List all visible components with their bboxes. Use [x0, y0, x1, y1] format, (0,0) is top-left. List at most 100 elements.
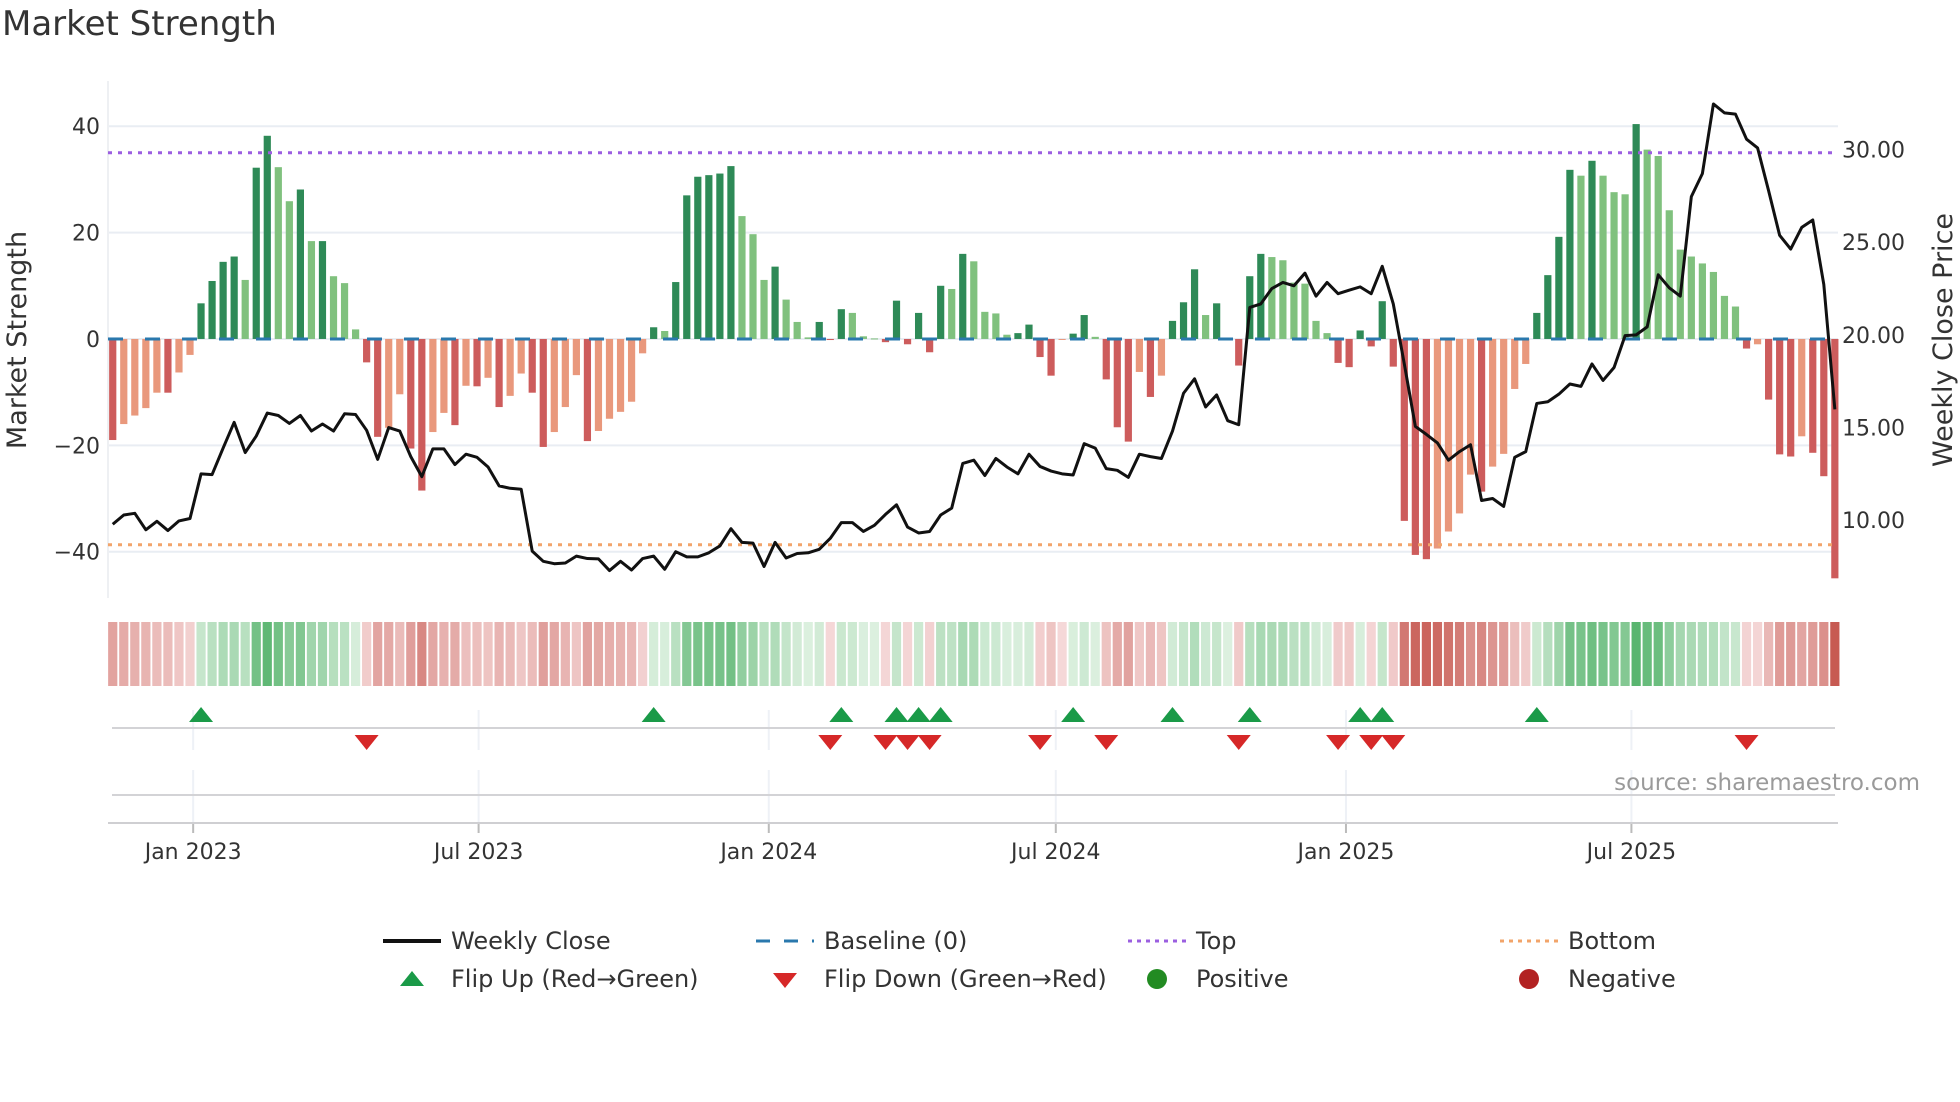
strength-strip-cell: [1808, 622, 1818, 686]
strength-bar: [914, 312, 923, 339]
strength-bar: [153, 338, 161, 393]
strength-strip-cell: [350, 622, 361, 686]
strength-strip-cell: [682, 622, 692, 686]
strength-bar: [1555, 236, 1563, 339]
strength-bar: [1776, 338, 1784, 455]
strength-bar: [870, 338, 879, 340]
line-icon: [383, 939, 441, 943]
strength-strip-cell: [1532, 622, 1542, 686]
strength-bar: [285, 201, 293, 339]
strength-strip-cell: [1786, 622, 1796, 686]
strength-strip-cell: [1189, 622, 1200, 686]
strength-bar: [1202, 315, 1210, 339]
strength-bar: [1378, 301, 1386, 339]
strength-bar: [374, 338, 382, 437]
strength-strip-cell: [902, 622, 913, 686]
strength-bar: [561, 338, 569, 408]
strength-strip-cell: [891, 622, 902, 686]
dash-icon: [756, 939, 814, 943]
x-tick-label: Jul 2023: [432, 840, 524, 865]
strength-bar: [164, 338, 172, 393]
strength-strip-cell: [1322, 622, 1332, 686]
strength-strip-cell: [1245, 622, 1255, 686]
strength-bar: [1146, 338, 1155, 397]
strength-strip-cell: [1454, 622, 1465, 686]
strength-strip-cell: [1620, 622, 1630, 686]
strength-bar: [1113, 338, 1121, 428]
strength-bar: [219, 261, 227, 339]
strength-strip-cell: [1510, 622, 1520, 686]
strength-bar: [926, 338, 934, 353]
strength-strip-cell: [1708, 622, 1719, 686]
strength-strip-cell: [483, 622, 493, 686]
strength-strip-cell: [1212, 622, 1222, 686]
strength-strip-cell: [428, 622, 438, 686]
strength-bar: [1168, 320, 1177, 339]
strength-bar: [616, 338, 625, 412]
strength-strip-cell: [1609, 622, 1619, 686]
strength-strip-cell: [1344, 622, 1354, 686]
strength-strip-cell: [825, 622, 835, 686]
strength-strip-cell: [660, 622, 670, 686]
strength-bar: [241, 279, 249, 339]
y-tick-label: −40: [54, 541, 100, 566]
strength-bar: [1511, 338, 1519, 389]
tri-up-icon: [400, 971, 424, 986]
strength-strip-cell: [836, 622, 846, 686]
strength-bar: [1731, 306, 1740, 339]
flip-down-marker: [917, 735, 942, 750]
strength-bar: [1544, 275, 1552, 339]
strength-bar: [1533, 312, 1541, 339]
strength-bar: [1058, 338, 1066, 340]
flip-up-marker: [906, 707, 931, 722]
strength-bar: [363, 338, 371, 363]
strength-bar: [583, 338, 592, 442]
strength-bar: [1720, 295, 1729, 339]
strength-strip-cell: [373, 622, 383, 686]
strength-bar: [1654, 155, 1662, 339]
strength-bar: [396, 338, 404, 395]
strength-strip-cell: [1377, 622, 1387, 686]
strength-strip-cell: [1686, 622, 1696, 686]
flip-up-marker: [641, 707, 666, 722]
strength-bar: [1665, 210, 1673, 339]
strength-strip-cell: [174, 622, 184, 686]
strength-strip-cell: [1057, 622, 1067, 686]
strength-bar: [1091, 336, 1099, 339]
strength-strip-cell: [538, 622, 548, 686]
strength-strip-cell: [1156, 622, 1167, 686]
y2-axis-title: Weekly Close Price: [1928, 213, 1959, 467]
strength-strip-cell: [505, 622, 515, 686]
strength-strip-cell: [858, 622, 868, 686]
strength-strip-cell: [1256, 622, 1266, 686]
strength-strip-cell: [1653, 622, 1663, 686]
strength-bar: [296, 189, 304, 339]
strength-strip-cell: [1797, 622, 1807, 686]
strength-strip-cell: [384, 622, 394, 686]
strength-bar: [1025, 324, 1033, 339]
strength-strip-cell: [461, 622, 471, 686]
strength-bar: [1599, 175, 1607, 339]
strength-strip-cell: [571, 622, 581, 686]
strength-bar: [694, 176, 702, 339]
strength-strip-cell: [1432, 622, 1443, 686]
strength-strip-cell: [1267, 622, 1277, 686]
strength-strip-cell: [1278, 622, 1288, 686]
strength-strip-cell: [306, 622, 317, 686]
strength-bar: [1566, 169, 1574, 339]
y2-tick-label: 10.00: [1842, 509, 1905, 534]
strength-strip-cell: [549, 622, 559, 686]
strength-bar: [1102, 338, 1110, 380]
strength-bar: [1190, 269, 1199, 339]
strength-bar: [1588, 160, 1596, 339]
strength-strip-cell: [1830, 622, 1840, 686]
strength-bar: [1687, 256, 1695, 339]
y-tick-label: −20: [54, 434, 100, 459]
strength-bar: [1135, 338, 1143, 372]
legend-label: Flip Up (Red→Green): [451, 965, 699, 993]
strength-strip-cell: [1764, 622, 1774, 686]
flip-up-marker: [1160, 707, 1185, 722]
strength-strip-cell: [1167, 622, 1178, 686]
strength-bar: [1290, 282, 1298, 339]
strength-strip-cell: [1741, 622, 1752, 686]
